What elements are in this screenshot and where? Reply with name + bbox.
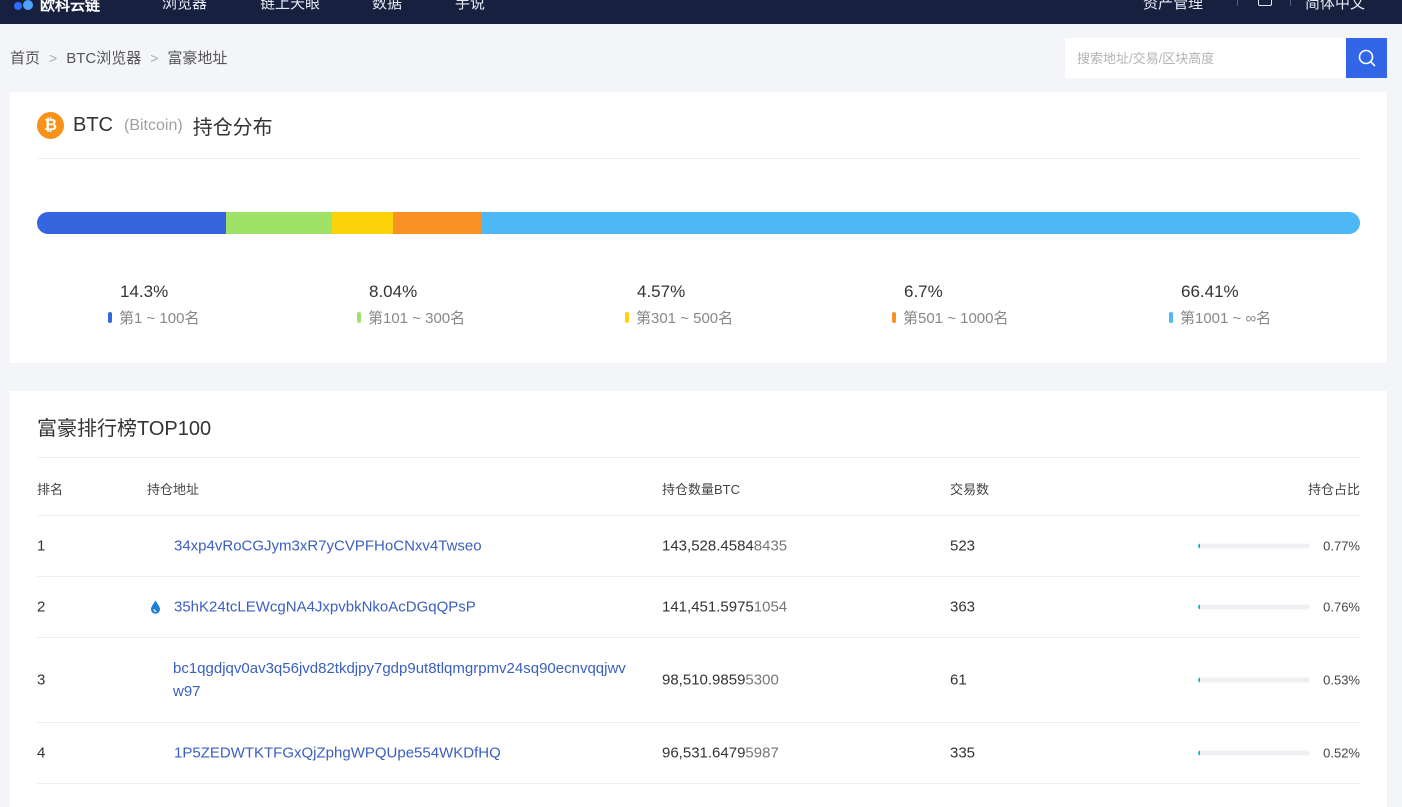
nav-divider [1237, 0, 1238, 6]
rank-cell: 1 [37, 537, 46, 555]
legend-swatch [892, 312, 896, 323]
legend-percent: 14.3% [120, 282, 169, 301]
distribution-title: 持仓分布 [192, 117, 273, 139]
ratio-text: 0.76% [1323, 599, 1360, 615]
breadcrumb-separator-icon: > [49, 49, 58, 66]
nav-divider [1290, 0, 1291, 6]
coin-symbol: BTC [73, 114, 113, 136]
breadcrumb: 首页 > BTC浏览器 > 富豪地址 [10, 47, 227, 68]
breadcrumb-current: 富豪地址 [167, 50, 228, 67]
distribution-segment-2 [226, 212, 333, 234]
table-row: 1 34xp4vRoCGJym3xR7yCVPFHoCNxv4Twseo 143… [37, 516, 1360, 577]
top-nav: 欧科云链 浏览器 链上天眼 数据 手说 资产管理 简体中文 [0, 0, 1402, 24]
table-row: 2 35hK24tcLEWcgNA4JxpvbkNkoAcDGqQPsP 141… [37, 577, 1360, 638]
distribution-segment-3 [332, 212, 393, 234]
table-header: 排名 持仓地址 持仓数量BTC 交易数 持仓占比 [37, 458, 1360, 516]
rich-list-title: 富豪排行榜TOP100 [37, 418, 212, 440]
logo-dots-icon [14, 0, 36, 12]
distribution-bar [37, 212, 1360, 234]
tx-count-cell: 335 [950, 744, 976, 762]
legend-label: 第501 ~ 1000名 [892, 307, 1009, 328]
tx-count-cell: 523 [950, 537, 976, 555]
legend-swatch [357, 312, 361, 323]
search-button[interactable] [1346, 38, 1387, 78]
site-logo[interactable]: 欧科云链 [14, 0, 100, 15]
header-amount[interactable]: 持仓数量BTC [662, 479, 740, 498]
legend-label: 第1001 ~ ∞名 [1169, 307, 1271, 328]
rank-cell: 3 [37, 671, 46, 689]
tx-count-cell: 363 [950, 598, 976, 616]
legend-swatch [625, 312, 629, 323]
search-icon [1358, 49, 1375, 67]
search-input[interactable] [1065, 38, 1346, 78]
legend-percent: 8.04% [369, 282, 418, 301]
table-row: 4 1P5ZEDWTKTFGxQjZphgWPQUpe554WKDfHQ 96,… [37, 723, 1360, 784]
header-address: 持仓地址 [147, 482, 200, 497]
ratio-bar [1198, 677, 1310, 683]
address-link[interactable]: bc1qgdjqv0av3q56jvd82tkdjpy7gdp9ut8tlqmg… [173, 657, 635, 703]
rich-list-card: 富豪排行榜TOP100 排名 持仓地址 持仓数量BTC 交易数 持仓占比 1 3… [10, 391, 1387, 807]
amount-cell: 143,528.45848435 [662, 537, 788, 555]
water-drop-icon [151, 600, 160, 614]
distribution-segment-1 [37, 212, 227, 234]
address-link[interactable]: 1P5ZEDWTKTFGxQjZphgWPQUpe554WKDfHQ [174, 745, 501, 762]
divider [37, 158, 1360, 159]
ratio-bar [1198, 604, 1310, 610]
legend-percent: 4.57% [637, 282, 686, 301]
table-row: 3 bc1qgdjqv0av3q56jvd82tkdjpy7gdp9ut8tlq… [37, 638, 1360, 723]
legend-swatch [1169, 312, 1173, 323]
ratio-text: 0.53% [1323, 672, 1360, 688]
address-link[interactable]: 35hK24tcLEWcgNA4JxpvbkNkoAcDGqQPsP [174, 599, 476, 616]
nav-item-asset-management[interactable]: 资产管理 [1143, 0, 1203, 13]
rank-cell: 2 [37, 598, 46, 616]
legend-item-top100: 14.3% 第1 ~ 100名 [108, 282, 199, 328]
language-switch[interactable]: 简体中文 [1305, 0, 1365, 13]
legend-percent: 66.41% [1181, 282, 1239, 301]
coin-name: (Bitcoin) [124, 116, 183, 134]
header-tx-count[interactable]: 交易数 [950, 479, 989, 498]
holding-distribution-card: ₿ BTC (Bitcoin) 持仓分布 14.3% 第1 ~ 100名 8.0… [10, 92, 1387, 363]
app-download-icon[interactable] [1258, 0, 1272, 6]
nav-item-api[interactable]: 手说 [455, 0, 485, 13]
nav-item-browser[interactable]: 浏览器 [162, 0, 207, 13]
legend-label: 第301 ~ 500名 [625, 307, 733, 328]
distribution-segment-5 [481, 212, 1360, 234]
legend-swatch [108, 312, 112, 323]
breadcrumb-separator-icon: > [150, 49, 159, 66]
ratio-text: 0.77% [1323, 538, 1360, 554]
legend-item-501-1000: 6.7% 第501 ~ 1000名 [892, 282, 1009, 328]
breadcrumb-btc-browser[interactable]: BTC浏览器 [66, 47, 141, 68]
ratio-bar [1198, 750, 1310, 756]
rank-cell: 4 [37, 744, 46, 762]
nav-item-data[interactable]: 数据 [372, 0, 402, 13]
legend-item-101-300: 8.04% 第101 ~ 300名 [357, 282, 465, 328]
address-link[interactable]: 34xp4vRoCGJym3xR7yCVPFHoCNxv4Twseo [174, 538, 482, 555]
header-ratio: 持仓占比 [1307, 482, 1360, 497]
legend-percent: 6.7% [904, 282, 943, 301]
bitcoin-icon: ₿ [37, 112, 64, 139]
amount-cell: 98,510.98595300 [662, 671, 779, 689]
tx-count-cell: 61 [950, 671, 967, 689]
amount-cell: 141,451.59751054 [662, 598, 788, 616]
distribution-header: ₿ BTC (Bitcoin) 持仓分布 [37, 111, 273, 140]
legend-label: 第1 ~ 100名 [108, 307, 199, 328]
table-row-partial [37, 784, 1360, 807]
ratio-bar [1198, 543, 1310, 549]
nav-item-chain-eye[interactable]: 链上天眼 [260, 0, 320, 13]
legend-item-1001-plus: 66.41% 第1001 ~ ∞名 [1169, 282, 1271, 328]
breadcrumb-home[interactable]: 首页 [10, 47, 40, 68]
legend-label: 第101 ~ 300名 [357, 307, 465, 328]
logo-text: 欧科云链 [40, 0, 101, 14]
header-rank: 排名 [37, 482, 64, 497]
distribution-segment-4 [392, 212, 482, 234]
ratio-text: 0.52% [1323, 745, 1360, 761]
legend-item-301-500: 4.57% 第301 ~ 500名 [625, 282, 733, 328]
search-box [1065, 38, 1387, 78]
amount-cell: 96,531.64795987 [662, 744, 779, 762]
